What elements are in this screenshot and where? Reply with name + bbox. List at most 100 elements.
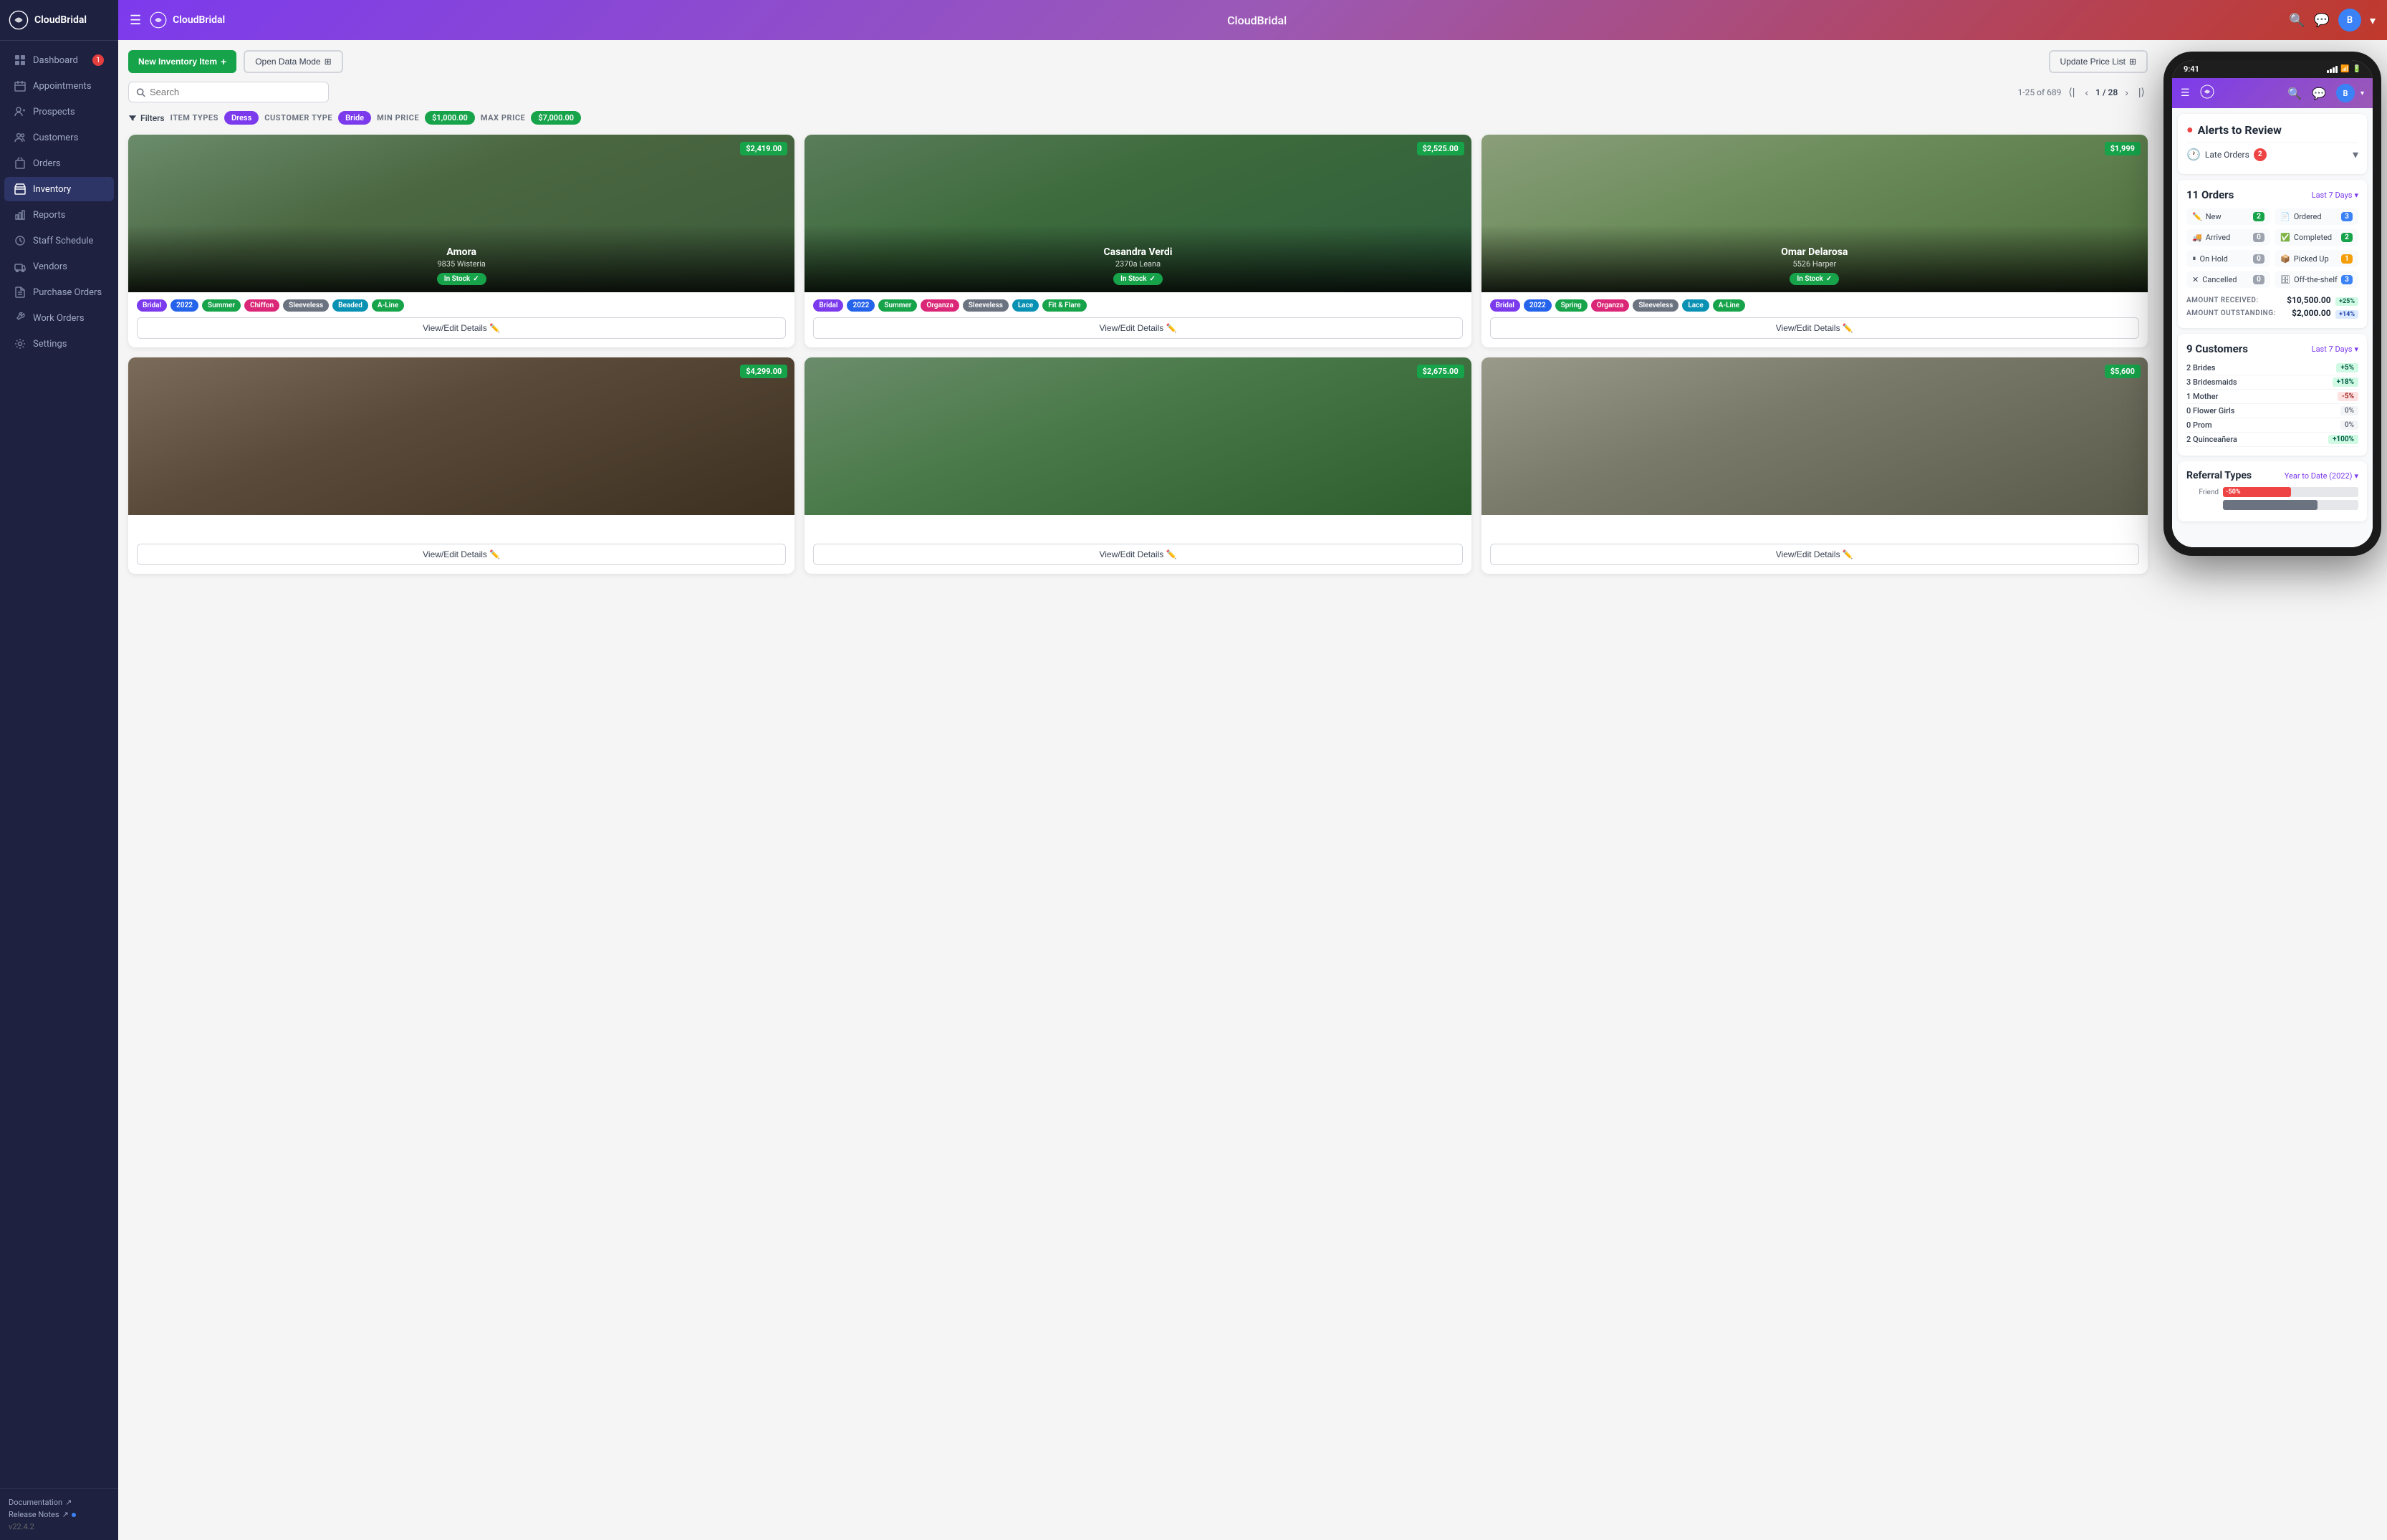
tag[interactable]: Chiffon <box>244 299 279 312</box>
tag[interactable]: Beaded <box>332 299 368 312</box>
card-image-6: $5,600 <box>1481 357 2148 515</box>
sidebar-item-purchase-orders[interactable]: Purchase Orders <box>4 280 114 304</box>
card-footer-5: View/Edit Details ✏️ <box>805 544 1471 574</box>
filters-button[interactable]: Filters <box>128 113 165 123</box>
new-inventory-item-button[interactable]: New Inventory Item + <box>128 50 236 73</box>
tag[interactable]: A-Line <box>372 299 404 312</box>
sidebar-item-label: Vendors <box>33 261 67 272</box>
pagination-first-button[interactable]: ⟨| <box>2065 85 2078 100</box>
view-edit-button-6[interactable]: View/Edit Details ✏️ <box>1490 544 2139 565</box>
documentation-link[interactable]: Documentation ↗ <box>9 1498 110 1507</box>
referral-title: Referral Types <box>2186 470 2252 481</box>
tag[interactable]: Summer <box>202 299 241 312</box>
card-price-3: $1,999 <box>2105 142 2141 155</box>
customer-row-mother: 1 Mother -5% <box>2186 390 2358 404</box>
min-price-value[interactable]: $1,000.00 <box>425 111 475 125</box>
referral-period[interactable]: Year to Date (2022) ▾ <box>2285 471 2358 481</box>
tag[interactable]: A-Line <box>1713 299 1745 312</box>
sidebar-item-staff-schedule[interactable]: Staff Schedule <box>4 228 114 253</box>
tag[interactable]: Lace <box>1012 299 1039 312</box>
view-edit-button-2[interactable]: View/Edit Details ✏️ <box>813 317 1462 339</box>
tag[interactable]: 2022 <box>1524 299 1552 312</box>
sidebar-item-work-orders[interactable]: Work Orders <box>4 306 114 330</box>
phone-status-icons: 📶 🔋 <box>2327 65 2361 73</box>
pagination-next-button[interactable]: › <box>2122 85 2131 100</box>
customer-row-prom: 0 Prom 0% <box>2186 418 2358 433</box>
tag[interactable]: Fit & Flare <box>1042 299 1086 312</box>
order-item-cancelled[interactable]: ✕ Cancelled 0 <box>2186 271 2270 288</box>
open-data-mode-button[interactable]: Open Data Mode ⊞ <box>244 50 342 73</box>
view-edit-button-3[interactable]: View/Edit Details ✏️ <box>1490 317 2139 339</box>
order-item-off-shelf[interactable]: 🗄 Off-the-shelf 3 <box>2275 271 2358 288</box>
phone-mockup: 9:41 📶 🔋 <box>2158 40 2387 1540</box>
tag[interactable]: Sleeveless <box>283 299 329 312</box>
settings-icon <box>14 338 26 350</box>
order-item-completed[interactable]: ✅ Completed 2 <box>2275 229 2358 246</box>
phone-menu-icon[interactable]: ☰ <box>2181 87 2190 99</box>
item-types-label: ITEM TYPES <box>170 113 218 122</box>
avatar[interactable]: B <box>2338 9 2361 32</box>
max-price-value[interactable]: $7,000.00 <box>531 111 581 125</box>
menu-icon[interactable]: ☰ <box>130 13 141 28</box>
customer-type-value[interactable]: Bride <box>338 111 371 125</box>
tag[interactable]: Summer <box>878 299 917 312</box>
tag[interactable]: Spring <box>1555 299 1588 312</box>
card-image-4: $4,299.00 <box>128 357 794 515</box>
order-item-arrived[interactable]: 🚚 Arrived 0 <box>2186 229 2270 246</box>
view-edit-button-4[interactable]: View/Edit Details ✏️ <box>137 544 786 565</box>
referral-section: Referral Types Year to Date (2022) ▾ Fri… <box>2178 461 2367 521</box>
phone-avatar-dropdown-icon[interactable]: ▾ <box>2360 90 2364 97</box>
tag[interactable]: Sleeveless <box>1633 299 1678 312</box>
sidebar-item-customers[interactable]: Customers <box>4 125 114 150</box>
view-edit-button-5[interactable]: View/Edit Details ✏️ <box>813 544 1462 565</box>
customers-count: 9 Customers <box>2186 342 2248 355</box>
order-item-ordered[interactable]: 📄 Ordered 3 <box>2275 208 2358 225</box>
order-item-on-hold[interactable]: ⏸ On Hold 0 <box>2186 250 2270 267</box>
tag[interactable]: Bridal <box>137 299 167 312</box>
tag[interactable]: 2022 <box>847 299 875 312</box>
tag[interactable]: Organza <box>1591 299 1629 312</box>
tag[interactable]: Lace <box>1682 299 1709 312</box>
pagination-prev-button[interactable]: ‹ <box>2082 85 2091 100</box>
sidebar-item-dashboard[interactable]: Dashboard 1 <box>4 48 114 72</box>
tag[interactable]: Bridal <box>1490 299 1520 312</box>
sidebar-item-orders[interactable]: Orders <box>4 151 114 175</box>
search-box <box>128 82 329 102</box>
update-price-list-button[interactable]: Update Price List ⊞ <box>2049 50 2148 73</box>
chat-icon[interactable]: 💬 <box>2314 13 2330 28</box>
sidebar-item-reports[interactable]: Reports <box>4 203 114 227</box>
inventory-card: $1,999 Omar Delarosa 5526 Harper In Stoc… <box>1481 135 2148 347</box>
version-label: v22.4.2 <box>9 1522 110 1531</box>
sidebar-item-appointments[interactable]: Appointments <box>4 74 114 98</box>
tag[interactable]: Sleeveless <box>963 299 1009 312</box>
sidebar-item-settings[interactable]: Settings <box>4 332 114 356</box>
card-image-1: $2,419.00 Amora 9835 Wisteria In Stock ✓ <box>128 135 794 292</box>
card-name-3: Omar Delarosa <box>1490 246 2139 258</box>
amounts: AMOUNT RECEIVED: $10,500.00 +25% AMOUNT … <box>2186 294 2358 319</box>
tag[interactable]: Organza <box>921 299 959 312</box>
item-types-value[interactable]: Dress <box>224 111 259 125</box>
alert-circle-icon: ● <box>2186 122 2194 137</box>
card-image-3: $1,999 Omar Delarosa 5526 Harper In Stoc… <box>1481 135 2148 292</box>
search-icon[interactable]: 🔍 <box>2289 13 2305 28</box>
late-orders-row[interactable]: 🕐 Late Orders 2 ▾ <box>2186 143 2358 165</box>
orders-period[interactable]: Last 7 Days ▾ <box>2312 191 2358 200</box>
sidebar-item-vendors[interactable]: Vendors <box>4 254 114 279</box>
tag[interactable]: 2022 <box>170 299 198 312</box>
order-item-new[interactable]: ✏️ New 2 <box>2186 208 2270 225</box>
order-item-picked-up[interactable]: 📦 Picked Up 1 <box>2275 250 2358 267</box>
doc-icon: 📄 <box>2280 212 2290 221</box>
phone-avatar[interactable]: B <box>2336 84 2355 102</box>
avatar-dropdown-icon[interactable]: ▾ <box>2370 14 2376 27</box>
sidebar-item-inventory[interactable]: Inventory <box>4 177 114 201</box>
phone-search-icon[interactable]: 🔍 <box>2287 87 2302 100</box>
pagination-last-button[interactable]: |⟩ <box>2136 85 2148 100</box>
release-notes-link[interactable]: Release Notes ↗ <box>9 1510 110 1519</box>
tag[interactable]: Bridal <box>813 299 843 312</box>
view-edit-button-1[interactable]: View/Edit Details ✏️ <box>137 317 786 339</box>
search-input[interactable] <box>150 87 321 97</box>
sidebar-item-prospects[interactable]: Prospects <box>4 100 114 124</box>
shelf-icon: 🗄 <box>2280 275 2290 284</box>
phone-chat-icon[interactable]: 💬 <box>2312 87 2326 100</box>
customers-period[interactable]: Last 7 Days ▾ <box>2312 345 2358 354</box>
